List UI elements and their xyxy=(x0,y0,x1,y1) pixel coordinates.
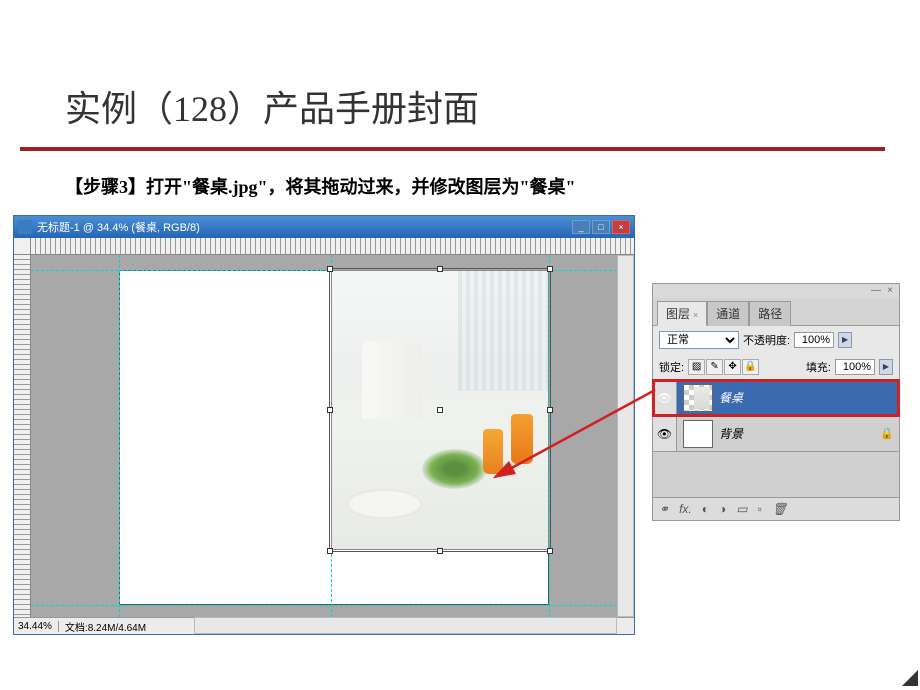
layer-mask-icon[interactable]: ◐ xyxy=(702,502,709,516)
zoom-level[interactable]: 34.44% xyxy=(18,621,59,632)
layer-row[interactable]: 👁 餐桌 xyxy=(653,380,899,416)
placed-image[interactable] xyxy=(331,270,549,550)
fill-input[interactable]: 100% xyxy=(835,359,875,375)
opacity-input[interactable]: 100% xyxy=(794,332,834,348)
layer-name[interactable]: 餐桌 xyxy=(719,389,899,406)
fill-label: 填充: xyxy=(806,359,831,375)
app-icon xyxy=(18,220,32,234)
blend-mode-select[interactable]: 正常 xyxy=(659,331,739,349)
opacity-slider-button[interactable]: ▶ xyxy=(838,332,852,348)
lock-label: 锁定: xyxy=(659,359,684,375)
layer-group-icon[interactable]: ▭ xyxy=(736,502,747,516)
delete-layer-icon[interactable]: 🗑 xyxy=(772,502,787,516)
image-preview xyxy=(332,271,548,549)
opacity-label: 不透明度: xyxy=(743,332,790,348)
new-layer-icon[interactable]: ▫ xyxy=(758,502,762,516)
lock-icon: 🔒 xyxy=(875,427,899,440)
horizontal-scrollbar[interactable] xyxy=(194,617,617,634)
panel-collapse-icon[interactable]: — xyxy=(869,285,883,297)
visibility-toggle-icon[interactable]: 👁 xyxy=(653,416,677,451)
guide-vertical[interactable] xyxy=(549,255,550,617)
minimize-button[interactable]: _ xyxy=(572,220,590,234)
layer-row[interactable]: 👁 背景 🔒 xyxy=(653,416,899,452)
vertical-scrollbar[interactable] xyxy=(617,255,634,617)
layer-effects-icon[interactable]: fx. xyxy=(679,502,692,516)
layer-thumbnail[interactable] xyxy=(683,420,713,448)
adjustment-layer-icon[interactable]: ◑ xyxy=(719,502,726,516)
layers-list: 👁 餐桌 👁 背景 🔒 xyxy=(653,380,899,497)
canvas-area[interactable] xyxy=(31,255,617,617)
photoshop-window: 无标题-1 @ 34.4% (餐桌, RGB/8) _ □ × xyxy=(13,215,635,635)
horizontal-ruler[interactable] xyxy=(31,238,634,255)
lock-all-icon[interactable]: 🔒 xyxy=(742,359,759,375)
link-layers-icon[interactable]: ⚭ xyxy=(659,502,669,516)
panel-tabs: 图层× 通道 路径 xyxy=(653,298,899,325)
lock-pixels-icon[interactable]: ✎ xyxy=(706,359,723,375)
tab-paths[interactable]: 路径 xyxy=(749,301,791,326)
lock-transparency-icon[interactable]: ▨ xyxy=(688,359,705,375)
vertical-ruler[interactable] xyxy=(14,255,31,617)
maximize-button[interactable]: □ xyxy=(592,220,610,234)
panel-close-icon[interactable]: × xyxy=(883,285,897,297)
slide-title: 实例（128）产品手册封面 xyxy=(0,0,920,147)
ruler-origin[interactable] xyxy=(14,238,31,255)
layer-thumbnail[interactable] xyxy=(683,384,713,412)
layers-panel: — × 图层× 通道 路径 正常 不透明度: 100% ▶ 锁定: ▨ ✎ ✥ … xyxy=(652,283,900,521)
guide-horizontal[interactable] xyxy=(31,605,617,606)
lock-position-icon[interactable]: ✥ xyxy=(724,359,741,375)
tab-channels[interactable]: 通道 xyxy=(707,301,749,326)
guide-vertical[interactable] xyxy=(119,255,120,617)
layers-panel-footer: ⚭ fx. ◐ ◑ ▭ ▫ 🗑 xyxy=(653,497,899,520)
tab-layers[interactable]: 图层× xyxy=(657,301,707,326)
window-title: 无标题-1 @ 34.4% (餐桌, RGB/8) xyxy=(37,219,200,235)
window-titlebar[interactable]: 无标题-1 @ 34.4% (餐桌, RGB/8) _ □ × xyxy=(14,216,634,238)
slide-corner-icon xyxy=(896,664,920,688)
fill-slider-button[interactable]: ▶ xyxy=(879,359,893,375)
step-instruction: 【步骤3】打开"餐桌.jpg"，将其拖动过来，并修改图层为"餐桌" xyxy=(0,151,920,217)
visibility-toggle-icon[interactable]: 👁 xyxy=(653,380,677,415)
document-info: 文档:8.24M/4.64M xyxy=(65,619,146,634)
close-button[interactable]: × xyxy=(612,220,630,234)
layer-name[interactable]: 背景 xyxy=(719,425,875,442)
